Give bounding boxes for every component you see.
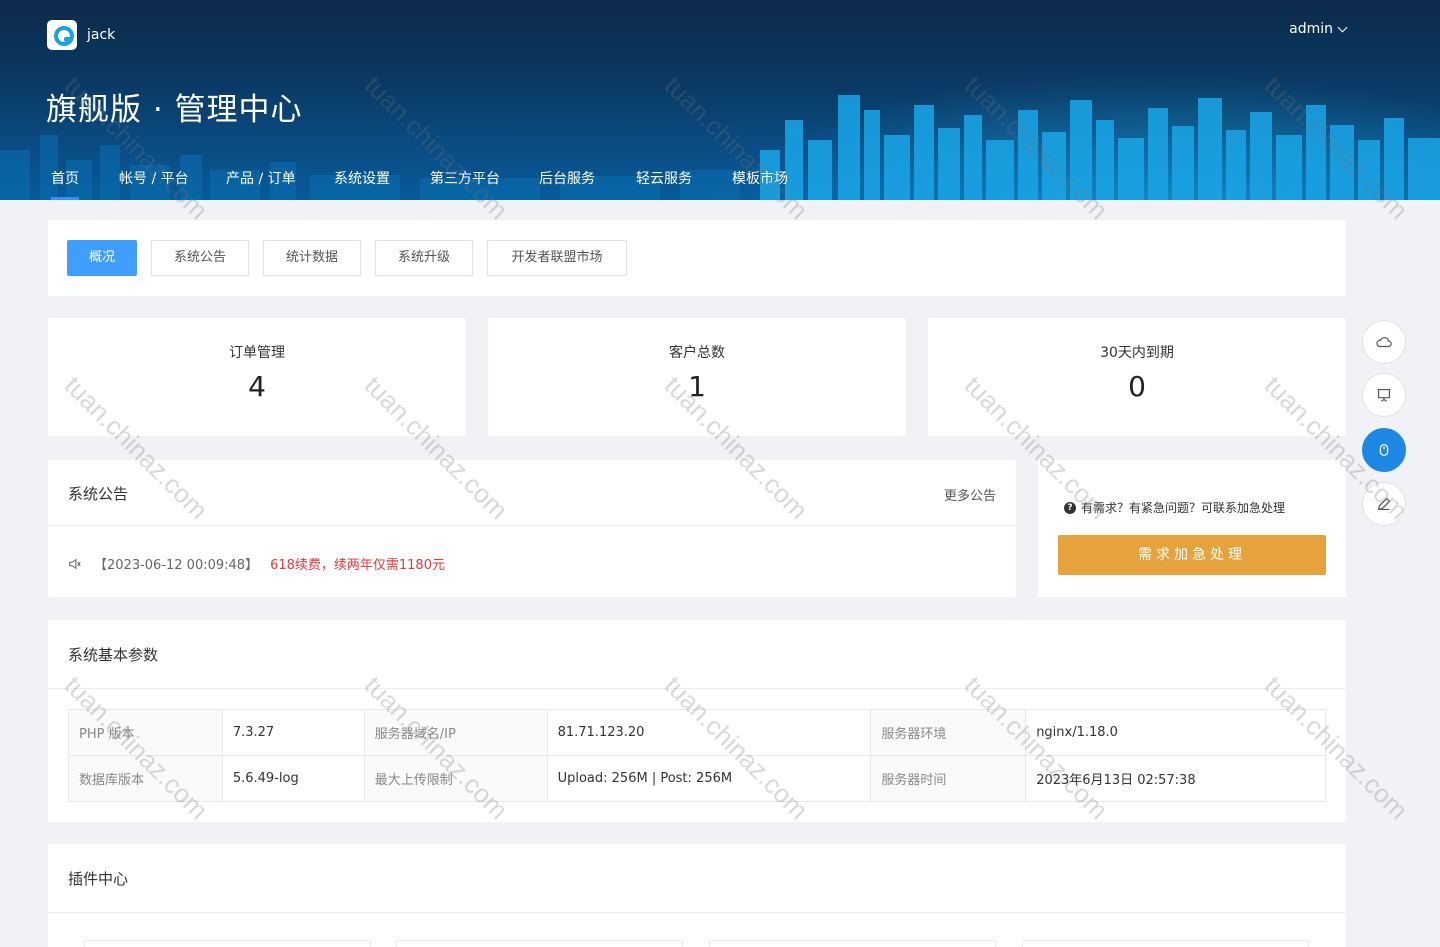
- stat-value: 0: [1128, 370, 1146, 403]
- speaker-icon: [69, 558, 81, 569]
- plugin-center-title: 插件中心: [68, 870, 129, 888]
- mouse-button[interactable]: [1362, 428, 1406, 472]
- plugin-item[interactable]: [709, 940, 996, 947]
- more-announcements-link[interactable]: 更多公告: [944, 485, 996, 504]
- help-text: 有需求？有紧急问题？可联系加急处理: [1081, 501, 1286, 515]
- nav-item-accounts[interactable]: 帐号 / 平台: [119, 160, 189, 200]
- question-icon: ?: [1064, 501, 1076, 514]
- param-value: 5.6.49-log: [221, 755, 365, 802]
- nav-item-home[interactable]: 首页: [51, 160, 79, 200]
- tabs-card: 概况 系统公告 统计数据 系统升级 开发者联盟市场: [48, 220, 1346, 296]
- page-header: jack admin 旗舰版 · 管理中心 首页 帐号 / 平台 产品 / 订单…: [0, 0, 1440, 200]
- brand[interactable]: jack: [47, 20, 115, 50]
- param-key: 服务器环境: [870, 709, 1027, 756]
- cloud-icon: [1376, 337, 1392, 348]
- nav-item-backend[interactable]: 后台服务: [539, 160, 595, 200]
- plugin-item[interactable]: [396, 940, 683, 947]
- tab-announcements[interactable]: 系统公告: [151, 240, 249, 276]
- table-row: PHP 版本 7.3.27 服务器域名/IP 81.71.123.20 服务器环…: [68, 709, 1326, 756]
- announcement-card: 系统公告 更多公告 【2023-06-12 00:09:48】 618续费，续两…: [48, 460, 1016, 597]
- mouse-icon: [1379, 443, 1389, 457]
- nav-item-cloud[interactable]: 轻云服务: [636, 160, 692, 200]
- brand-logo-icon: [47, 20, 77, 50]
- param-key: 最大上传限制: [363, 755, 548, 802]
- plugin-center-card: 插件中心: [48, 844, 1346, 947]
- nav-item-templates[interactable]: 模板市场: [732, 160, 788, 200]
- stat-card-customers[interactable]: 客户总数 1: [488, 318, 906, 436]
- help-text-row: ? 有需求？有紧急问题？可联系加急处理: [1064, 499, 1285, 516]
- plugin-item[interactable]: [84, 940, 371, 947]
- cloud-button[interactable]: [1362, 320, 1406, 364]
- nav-item-settings[interactable]: 系统设置: [334, 160, 390, 200]
- tab-overview[interactable]: 概况: [67, 240, 137, 276]
- page-title: 旗舰版 · 管理中心: [46, 92, 303, 128]
- chevron-down-icon: [1337, 22, 1348, 32]
- param-key: 数据库版本: [68, 755, 223, 802]
- announcement-text[interactable]: 618续费，续两年仅需1180元: [270, 554, 445, 573]
- announcement-title: 系统公告: [68, 485, 129, 503]
- plugin-item[interactable]: [1022, 940, 1309, 947]
- stat-label: 30天内到期: [1100, 345, 1174, 361]
- tab-developer-market[interactable]: 开发者联盟市场: [487, 240, 627, 276]
- nav-item-products[interactable]: 产品 / 订单: [226, 160, 296, 200]
- urgent-help-card: ? 有需求？有紧急问题？可联系加急处理 需求加急处理: [1038, 460, 1346, 597]
- stat-card-orders[interactable]: 订单管理 4: [48, 318, 466, 436]
- table-row: 数据库版本 5.6.49-log 最大上传限制 Upload: 256M | P…: [68, 755, 1326, 802]
- stat-label: 订单管理: [229, 345, 285, 361]
- param-key: PHP 版本: [68, 709, 223, 756]
- stat-value: 4: [248, 370, 266, 403]
- stat-card-expiring[interactable]: 30天内到期 0: [928, 318, 1346, 436]
- param-value: nginx/1.18.0: [1025, 709, 1326, 756]
- nav-item-third-party[interactable]: 第三方平台: [430, 160, 500, 200]
- edit-icon: [1377, 497, 1391, 511]
- brand-name: jack: [87, 27, 116, 43]
- divider: [48, 912, 1346, 913]
- announcement-header: 系统公告 更多公告: [48, 460, 1016, 526]
- system-params-card: 系统基本参数 PHP 版本 7.3.27 服务器域名/IP 81.71.123.…: [48, 620, 1346, 822]
- param-value: 2023年6月13日 02:57:38: [1025, 755, 1326, 802]
- announcement-item[interactable]: 【2023-06-12 00:09:48】 618续费，续两年仅需1180元: [68, 554, 445, 573]
- params-title: 系统基本参数: [68, 646, 159, 664]
- param-value: Upload: 256M | Post: 256M: [546, 755, 872, 802]
- user-name: admin: [1289, 21, 1333, 37]
- param-value: 81.71.123.20: [546, 709, 872, 756]
- tab-statistics[interactable]: 统计数据: [263, 240, 361, 276]
- param-value: 7.3.27: [221, 709, 365, 756]
- presentation-icon: [1377, 389, 1391, 402]
- stat-label: 客户总数: [669, 345, 725, 361]
- params-table: PHP 版本 7.3.27 服务器域名/IP 81.71.123.20 服务器环…: [68, 709, 1326, 802]
- tab-upgrade[interactable]: 系统升级: [375, 240, 473, 276]
- user-menu[interactable]: admin: [1289, 21, 1348, 37]
- divider: [48, 688, 1346, 689]
- edit-button[interactable]: [1362, 482, 1406, 526]
- announcement-date: 【2023-06-12 00:09:48】: [94, 558, 259, 573]
- presentation-button[interactable]: [1362, 373, 1406, 417]
- urgent-request-button[interactable]: 需求加急处理: [1058, 535, 1326, 575]
- param-key: 服务器域名/IP: [363, 709, 548, 756]
- stat-value: 1: [688, 370, 706, 403]
- param-key: 服务器时间: [870, 755, 1027, 802]
